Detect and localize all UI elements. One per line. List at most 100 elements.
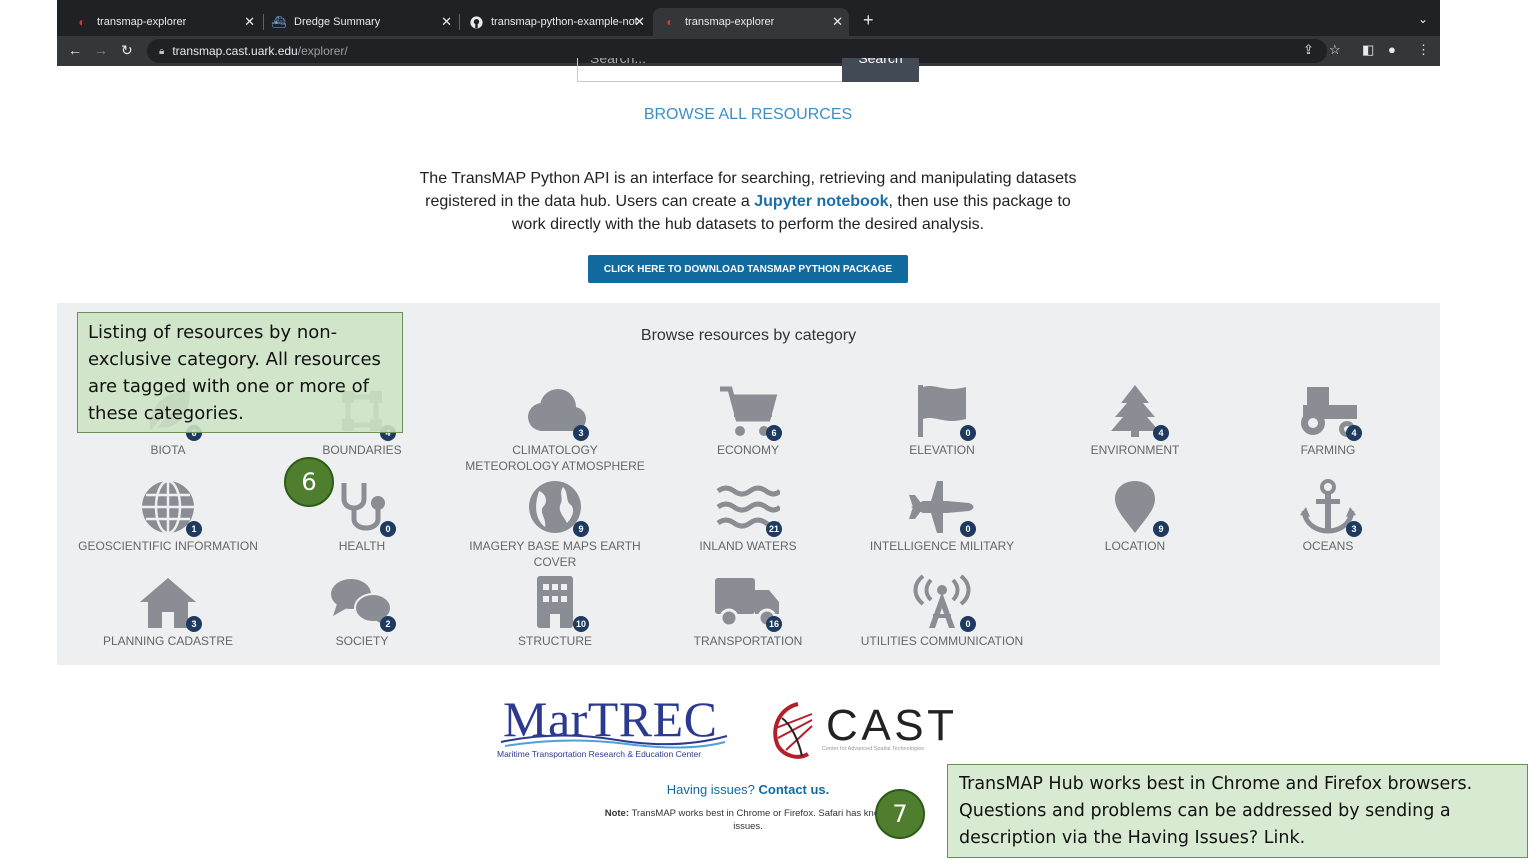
category-label: PLANNING CADASTRE [102, 634, 234, 648]
tab-transmap-explorer-active[interactable]: ◐ transmap-explorer ✕ [653, 8, 849, 36]
contact-us-link[interactable]: Contact us. [758, 782, 829, 797]
count-badge: 3 [1346, 521, 1362, 537]
browser-window: ◐ transmap-explorer ✕ ⛴ Dredge Summary ✕… [57, 0, 1440, 66]
api-description: The TransMAP Python API is an interface … [419, 170, 1077, 233]
svg-text:CAST: CAST [826, 701, 954, 750]
browser-note: Note: TransMAP works best in Chrome or F… [604, 808, 892, 832]
category-label: ECONOMY [716, 443, 779, 457]
github-icon [469, 15, 483, 29]
share-icon[interactable]: ⇪ [1303, 42, 1314, 58]
count-badge: 21 [765, 521, 782, 537]
count-badge: 0 [960, 521, 976, 537]
reload-icon[interactable]: ↻ [121, 42, 133, 59]
category-elevation[interactable]: 0 ELEVATION [852, 383, 1032, 458]
count-badge: 0 [960, 616, 976, 632]
new-tab-button[interactable]: + [863, 10, 874, 31]
count-badge: 3 [573, 425, 589, 441]
category-imagery[interactable]: 9 IMAGERY BASE MAPS EARTH COVER [465, 479, 645, 570]
close-icon[interactable]: ✕ [832, 14, 843, 30]
ship-icon: ⛴ [271, 15, 287, 29]
category-utilities[interactable]: 0 UTILITIES COMMUNICATION [852, 574, 1032, 649]
category-label: FARMING [1300, 443, 1356, 457]
search-button[interactable]: Search [842, 58, 919, 82]
annotation-support: TransMAP Hub works best in Chrome and Fi… [947, 764, 1528, 858]
category-label: SOCIETY [335, 634, 389, 648]
jupyter-notebook-link[interactable]: Jupyter notebook [754, 193, 888, 210]
category-label: STRUCTURE [518, 634, 592, 648]
count-badge: 4 [1346, 425, 1362, 441]
tab-label: transmap-explorer [97, 16, 187, 28]
close-icon[interactable]: ✕ [244, 14, 255, 30]
count-badge: 1 [186, 521, 202, 537]
category-farming[interactable]: 4 FARMING [1238, 383, 1418, 458]
count-badge: 10 [572, 616, 589, 632]
count-badge: 9 [1153, 521, 1169, 537]
tab-label: transmap-explorer [685, 16, 775, 28]
category-label: GEOSCIENTIFIC INFORMATION [78, 539, 258, 553]
search-input[interactable]: Search... [577, 58, 843, 82]
category-label: UTILITIES COMMUNICATION [860, 634, 1024, 648]
cast-subtitle: Center for Advanced Spatial Technologies [822, 746, 925, 752]
category-society[interactable]: 2 SOCIETY [272, 574, 452, 649]
side-panel-icon[interactable]: ◧ [1362, 42, 1374, 58]
count-badge: 16 [765, 616, 782, 632]
category-oceans[interactable]: 3 OCEANS [1238, 479, 1418, 554]
count-badge: 9 [573, 521, 589, 537]
category-environment[interactable]: 4 ENVIRONMENT [1045, 383, 1225, 458]
category-label: OCEANS [1302, 539, 1354, 553]
bookmark-star-icon[interactable]: ☆ [1329, 42, 1341, 58]
category-label: CLIMATOLOGY METEOROLOGY ATMOSPHERE [465, 443, 645, 473]
browse-all-resources-link[interactable]: BROWSE ALL RESOURCES [0, 106, 1496, 124]
category-label: IMAGERY BASE MAPS EARTH COVER [469, 539, 641, 569]
lock-icon: 🔒︎ [159, 45, 165, 57]
category-climatology[interactable]: 3 CLIMATOLOGY METEOROLOGY ATMOSPHERE [465, 383, 645, 474]
count-badge: 0 [380, 521, 396, 537]
tab-transmap-explorer-1[interactable]: ◐ transmap-explorer ✕ [65, 8, 261, 36]
count-badge: 3 [186, 616, 202, 632]
category-label: ELEVATION [909, 443, 975, 457]
category-location[interactable]: 9 LOCATION [1045, 479, 1225, 554]
step-marker-6: 6 [284, 457, 334, 507]
transmap-icon: ◐ [666, 15, 674, 29]
profile-icon[interactable]: ● [1388, 42, 1396, 57]
tab-label: transmap-python-example-not [491, 16, 637, 28]
url-host: transmap.cast.uark.edu [172, 44, 298, 58]
count-badge: 2 [380, 616, 396, 632]
count-badge: 6 [766, 425, 782, 441]
category-intelligence[interactable]: 0 INTELLIGENCE MILITARY [852, 479, 1032, 554]
close-icon[interactable]: ✕ [441, 14, 452, 30]
category-label: HEALTH [338, 539, 386, 553]
category-inland-waters[interactable]: 21 INLAND WATERS [658, 479, 838, 554]
step-marker-7: 7 [875, 789, 925, 839]
annotation-categories: Listing of resources by non-exclusive ca… [77, 312, 403, 433]
category-geoscientific[interactable]: 1 GEOSCIENTIFIC INFORMATION [78, 479, 258, 554]
kebab-menu-icon[interactable]: ⋮ [1417, 42, 1430, 58]
martrec-subtitle: Maritime Transportation Research & Educa… [497, 749, 702, 759]
tab-search-chevron-icon[interactable]: ⌄ [1418, 12, 1428, 26]
download-python-package-button[interactable]: CLICK HERE TO DOWNLOAD TANSMAP PYTHON PA… [588, 255, 908, 283]
category-label: ENVIRONMENT [1090, 443, 1180, 457]
tab-label: Dredge Summary [294, 16, 381, 28]
count-badge: 0 [960, 425, 976, 441]
close-icon[interactable]: ✕ [634, 14, 645, 30]
url-path: /explorer/ [297, 44, 348, 58]
tab-strip: ◐ transmap-explorer ✕ ⛴ Dredge Summary ✕… [57, 0, 1440, 38]
category-label: LOCATION [1104, 539, 1166, 553]
count-badge: 4 [1153, 425, 1169, 441]
transmap-icon: ◐ [78, 15, 86, 29]
category-economy[interactable]: 6 ECONOMY [658, 383, 838, 458]
cast-logo: CAST Center for Advanced Spatial Technol… [768, 698, 958, 760]
category-planning-cadastre[interactable]: 3 PLANNING CADASTRE [78, 574, 258, 649]
tab-transmap-python-example[interactable]: transmap-python-example-not ✕ [459, 8, 651, 36]
tab-dredge-summary[interactable]: ⛴ Dredge Summary ✕ [262, 8, 458, 36]
category-label: TRANSPORTATION [693, 634, 803, 648]
forward-arrow-icon[interactable]: → [94, 42, 108, 58]
category-label: BOUNDARIES [322, 443, 402, 457]
category-structure[interactable]: 10 STRUCTURE [465, 574, 645, 649]
back-arrow-icon[interactable]: ← [68, 42, 82, 58]
category-label: INLAND WATERS [699, 539, 797, 553]
category-transportation[interactable]: 16 TRANSPORTATION [658, 574, 838, 649]
category-label: INTELLIGENCE MILITARY [869, 539, 1015, 553]
category-label: BIOTA [150, 443, 186, 457]
martrec-logo: MarTREC Maritime Transportation Research… [497, 691, 732, 762]
